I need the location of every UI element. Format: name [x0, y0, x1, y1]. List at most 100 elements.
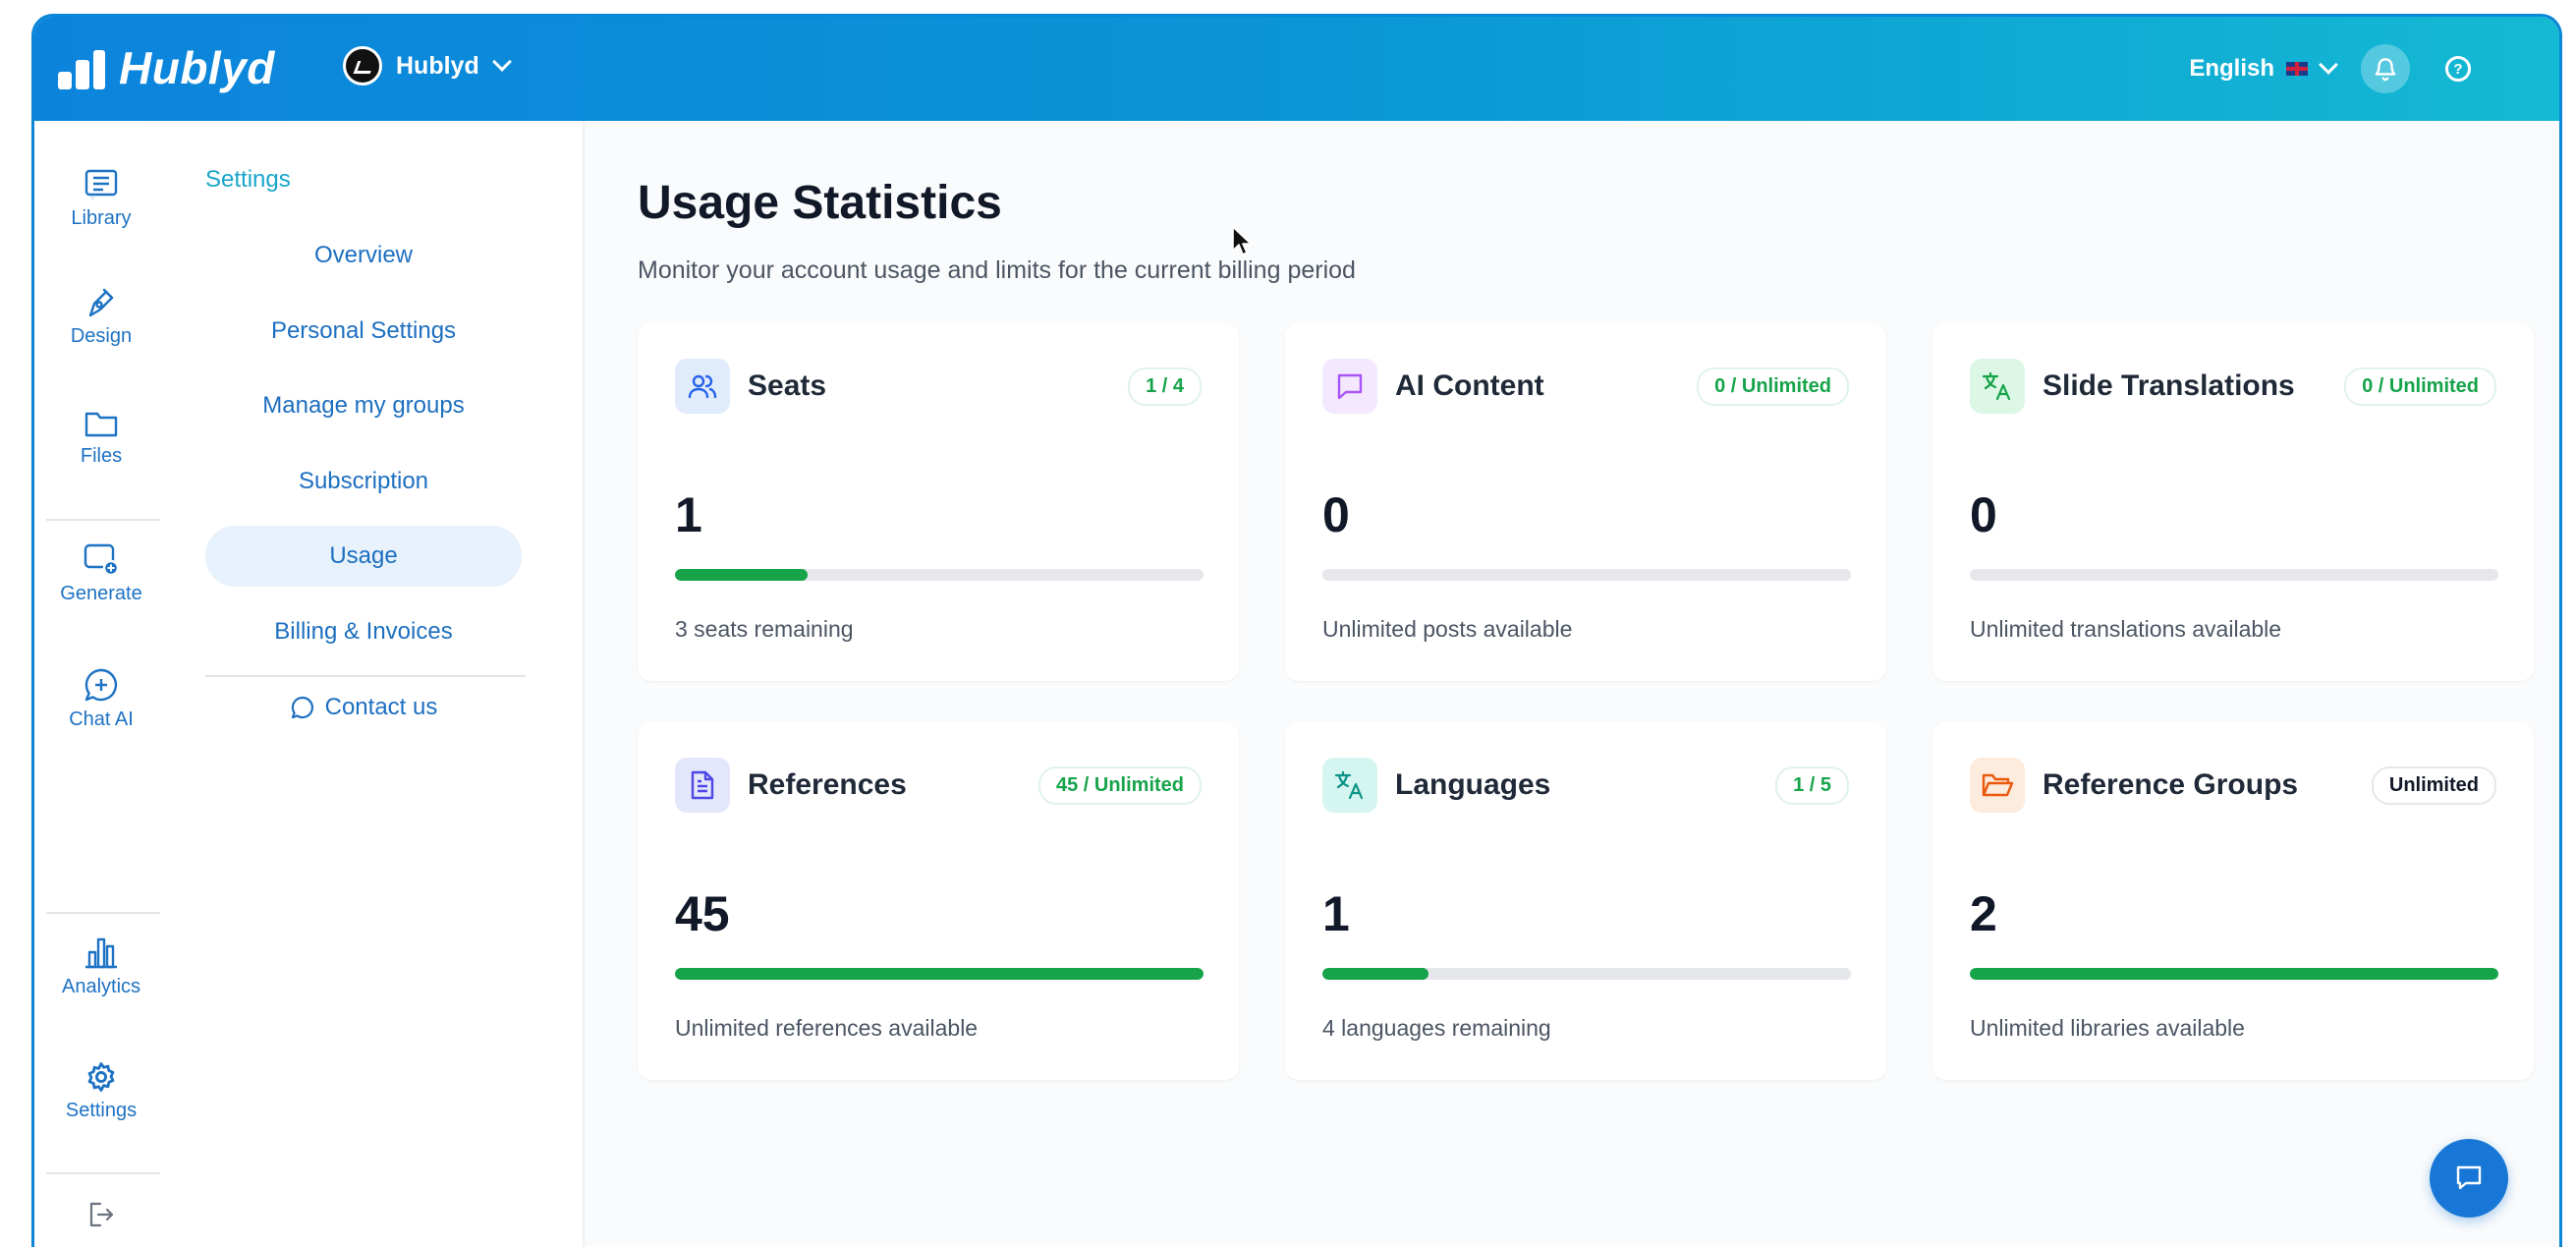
usage-badge: 45 / Unlimited	[1037, 765, 1202, 805]
usage-badge: 0 / Unlimited	[2344, 367, 2496, 406]
subnav-title: Settings	[205, 166, 291, 193]
usage-value: 45	[675, 886, 730, 941]
card-title: Slide Translations	[2043, 369, 2295, 402]
workspace-name: Hublyd	[396, 51, 479, 80]
usage-badge: 0 / Unlimited	[1697, 367, 1849, 406]
subnav-item-manage-groups[interactable]: Manage my groups	[205, 375, 522, 436]
usage-note: Unlimited translations available	[1970, 616, 2282, 642]
usage-value: 1	[675, 487, 702, 542]
help-icon[interactable]: ?	[2445, 56, 2471, 82]
usage-progress-bar	[1970, 569, 2498, 581]
users-icon	[675, 359, 730, 414]
bell-icon	[2375, 58, 2396, 82]
usage-note: Unlimited posts available	[1322, 616, 1573, 642]
usage-progress-bar	[1322, 968, 1851, 980]
usage-card-ai-content: AI Content 0 / Unlimited 0 Unlimited pos…	[1285, 323, 1886, 681]
usage-value: 0	[1322, 487, 1350, 542]
main-content: Usage Statistics Monitor your account us…	[583, 121, 2559, 1247]
rail-label: Generate	[60, 583, 142, 604]
card-title: References	[748, 768, 907, 801]
document-icon	[675, 758, 730, 813]
usage-card-references: References 45 / Unlimited 45 Unlimited r…	[638, 722, 1239, 1080]
usage-value: 1	[1322, 886, 1350, 941]
rail-label: Analytics	[61, 976, 141, 997]
rail-item-settings[interactable]: Settings	[34, 1060, 168, 1122]
message-icon	[1322, 359, 1377, 414]
usage-note: Unlimited references available	[675, 1015, 979, 1041]
contact-us-label: Contact us	[324, 694, 438, 720]
gear-icon	[87, 1062, 115, 1092]
progress-fill	[1970, 968, 2498, 980]
chevron-down-icon	[491, 52, 512, 72]
translate-icon	[1322, 758, 1377, 813]
notifications-button[interactable]	[2361, 44, 2410, 93]
rail-label: Files	[80, 445, 123, 467]
subnav-item-subscription[interactable]: Subscription	[205, 451, 522, 512]
rail-label: Design	[70, 325, 133, 347]
pen-icon	[88, 288, 114, 317]
logo-mark-icon	[58, 46, 105, 89]
logout-button[interactable]	[34, 1200, 168, 1235]
rail-label: Settings	[65, 1100, 138, 1121]
usage-progress-bar	[675, 968, 1204, 980]
analytics-icon	[85, 937, 117, 969]
library-icon	[84, 169, 118, 199]
chat-support-button[interactable]	[2430, 1139, 2508, 1218]
header-actions: English ?	[2189, 44, 2471, 93]
rail-item-library[interactable]: Library	[34, 168, 168, 230]
workspace-switcher[interactable]: Hublyd	[343, 46, 512, 85]
usage-badge: 1 / 4	[1128, 367, 1202, 406]
rail-divider	[46, 912, 160, 914]
usage-value: 0	[1970, 487, 1997, 542]
generate-icon	[84, 543, 120, 577]
usage-progress-bar	[1970, 968, 2498, 980]
usage-card-reference-groups: Reference Groups Unlimited 2 Unlimited l…	[1932, 722, 2534, 1080]
card-title: Reference Groups	[2043, 768, 2299, 801]
logo[interactable]: Hublyd	[58, 41, 275, 94]
rail-item-design[interactable]: Design	[34, 284, 168, 348]
page-title: Usage Statistics	[638, 177, 1002, 229]
card-title: Languages	[1395, 768, 1551, 801]
usage-card-seats: Seats 1 / 4 1 3 seats remaining	[638, 323, 1239, 681]
page-subtitle: Monitor your account usage and limits fo…	[638, 256, 1356, 284]
folder-icon	[84, 412, 118, 437]
rail-item-chat-ai[interactable]: Chat AI	[34, 667, 168, 731]
usage-card-languages: Languages 1 / 5 1 4 languages remaining	[1285, 722, 1886, 1080]
usage-note: 3 seats remaining	[675, 616, 854, 642]
settings-subnav: Settings Overview Personal Settings Mana…	[168, 121, 585, 1247]
progress-fill	[675, 569, 808, 581]
usage-card-slide-translations: Slide Translations 0 / Unlimited 0 Unlim…	[1932, 323, 2534, 681]
contact-us-link[interactable]: Contact us	[205, 677, 522, 738]
app-window: Hublyd Hublyd English ? Library Design F…	[31, 14, 2562, 1247]
message-circle-icon	[291, 696, 313, 719]
translate-icon	[1970, 359, 2025, 414]
workspace-avatar	[343, 46, 382, 85]
usage-value: 2	[1970, 886, 1997, 941]
rail-divider	[46, 519, 160, 521]
subnav-item-billing[interactable]: Billing & Invoices	[205, 601, 522, 662]
usage-note: Unlimited libraries available	[1970, 1015, 2245, 1041]
usage-badge: Unlimited	[2371, 765, 2496, 805]
usage-badge: 1 / 5	[1775, 765, 1849, 805]
rail-item-analytics[interactable]: Analytics	[34, 935, 168, 998]
subnav-item-overview[interactable]: Overview	[205, 225, 522, 286]
folder-open-icon	[1970, 758, 2025, 813]
rail-label: Chat AI	[69, 709, 134, 730]
logo-text: Hublyd	[119, 42, 275, 93]
rail-item-generate[interactable]: Generate	[34, 541, 168, 605]
left-rail: Library Design Files Generate Chat AI An…	[34, 121, 168, 1247]
usage-progress-bar	[1322, 569, 1851, 581]
chat-icon	[2456, 1165, 2482, 1190]
subnav-item-usage[interactable]: Usage	[205, 526, 522, 587]
logout-icon	[89, 1202, 114, 1227]
rail-item-files[interactable]: Files	[34, 408, 168, 468]
language-selector[interactable]: English	[2189, 55, 2338, 83]
uk-flag-icon	[2286, 62, 2308, 76]
usage-note: 4 languages remaining	[1322, 1015, 1551, 1041]
chevron-down-icon	[2319, 55, 2338, 75]
top-header: Hublyd Hublyd English ?	[34, 17, 2559, 121]
subnav-item-personal-settings[interactable]: Personal Settings	[205, 301, 522, 362]
language-label: English	[2189, 55, 2274, 82]
progress-fill	[1322, 968, 1428, 980]
rail-divider	[46, 1172, 160, 1174]
